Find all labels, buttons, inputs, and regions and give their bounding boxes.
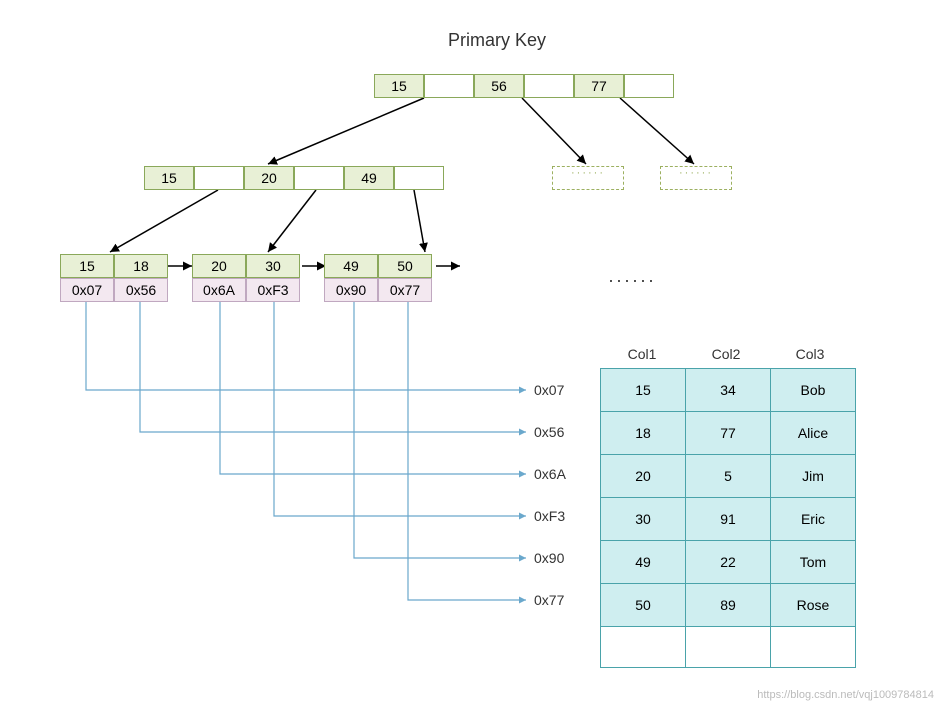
table-cell — [686, 627, 771, 668]
leaf-key: 15 — [60, 254, 114, 278]
leaf-node: 20 30 0x6A 0xF3 — [192, 254, 300, 302]
table-cell: 15 — [601, 369, 686, 412]
table-cell: Bob — [771, 369, 856, 412]
leaf-pointer: 0x6A — [192, 278, 246, 302]
leaf-pointer: 0x56 — [114, 278, 168, 302]
table-cell: Eric — [771, 498, 856, 541]
root-key: 56 — [474, 74, 524, 98]
internal-node: 15 20 49 — [144, 166, 444, 190]
leaf-node: 15 18 0x07 0x56 — [60, 254, 168, 302]
pointer-label: 0x6A — [534, 466, 566, 482]
table-row: 30 91 Eric — [601, 498, 856, 541]
table-cell: 30 — [601, 498, 686, 541]
leaf-key: 50 — [378, 254, 432, 278]
leaf-pointer: 0x07 — [60, 278, 114, 302]
table-row: 49 22 Tom — [601, 541, 856, 584]
leaf-pointer: 0xF3 — [246, 278, 300, 302]
watermark-text: https://blog.csdn.net/vqj1009784814 — [757, 689, 934, 701]
internal-key: 15 — [144, 166, 194, 190]
pointer-label: 0x90 — [534, 550, 564, 566]
column-header: Col1 — [600, 340, 684, 368]
table-cell: 34 — [686, 369, 771, 412]
root-key: 15 — [374, 74, 424, 98]
pointer-label: 0x07 — [534, 382, 564, 398]
table-cell — [601, 627, 686, 668]
table-row: 18 77 Alice — [601, 412, 856, 455]
table-cell: Rose — [771, 584, 856, 627]
table-cell: 22 — [686, 541, 771, 584]
internal-key: 20 — [244, 166, 294, 190]
table-cell: Tom — [771, 541, 856, 584]
leaf-nodes: 15 18 0x07 0x56 20 30 0x6A 0xF3 49 50 0x… — [60, 254, 456, 302]
pointer-label: 0x56 — [534, 424, 564, 440]
pointer-label: 0xF3 — [534, 508, 565, 524]
table-row: 15 34 Bob — [601, 369, 856, 412]
table-cell: Alice — [771, 412, 856, 455]
root-gap — [524, 74, 574, 98]
pointer-label: 0x77 — [534, 592, 564, 608]
placeholder-node: ······ — [552, 166, 624, 190]
table-cell: 77 — [686, 412, 771, 455]
table-header: Col1 Col2 Col3 — [600, 340, 856, 368]
column-header: Col2 — [684, 340, 768, 368]
leaf-key: 49 — [324, 254, 378, 278]
root-node: 15 56 77 — [374, 74, 674, 98]
table-cell: 49 — [601, 541, 686, 584]
leaf-pointer: 0x77 — [378, 278, 432, 302]
data-table-container: Col1 Col2 Col3 15 34 Bob 18 77 Alice 20 … — [600, 340, 856, 668]
table-cell: 91 — [686, 498, 771, 541]
internal-gap — [194, 166, 244, 190]
table-cell: 20 — [601, 455, 686, 498]
table-cell: 89 — [686, 584, 771, 627]
root-key: 77 — [574, 74, 624, 98]
column-header: Col3 — [768, 340, 852, 368]
internal-gap — [394, 166, 444, 190]
table-cell: 5 — [686, 455, 771, 498]
leaf-key: 30 — [246, 254, 300, 278]
leaf-key: 18 — [114, 254, 168, 278]
diagram-title: Primary Key — [448, 30, 546, 51]
table-cell: 18 — [601, 412, 686, 455]
table-row-empty — [601, 627, 856, 668]
leaf-key: 20 — [192, 254, 246, 278]
internal-key: 49 — [344, 166, 394, 190]
table-cell — [771, 627, 856, 668]
placeholder-node: ······ — [660, 166, 732, 190]
table-cell: Jim — [771, 455, 856, 498]
root-gap — [624, 74, 674, 98]
table-cell: 50 — [601, 584, 686, 627]
internal-gap — [294, 166, 344, 190]
ellipsis-label: ······ — [608, 270, 656, 291]
data-table: 15 34 Bob 18 77 Alice 20 5 Jim 30 91 Eri… — [600, 368, 856, 668]
root-gap — [424, 74, 474, 98]
table-row: 50 89 Rose — [601, 584, 856, 627]
leaf-pointer: 0x90 — [324, 278, 378, 302]
table-row: 20 5 Jim — [601, 455, 856, 498]
leaf-node: 49 50 0x90 0x77 — [324, 254, 432, 302]
